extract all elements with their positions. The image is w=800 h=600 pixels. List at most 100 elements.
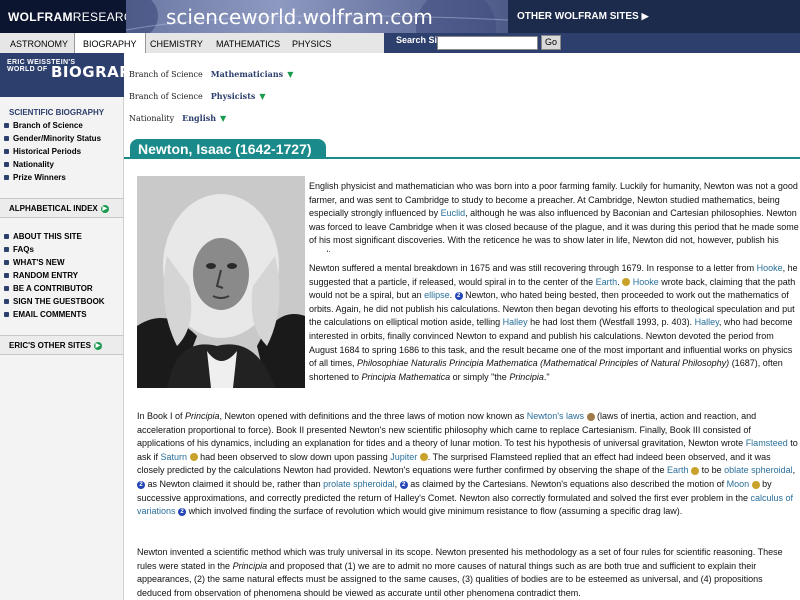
breadcrumb-value[interactable]: English	[182, 113, 216, 123]
go-button[interactable]: Go	[541, 35, 561, 50]
link-halley[interactable]: Halley	[503, 317, 528, 327]
link-earth-2[interactable]: Earth	[667, 465, 689, 475]
p2-text-g: he had lost them (Westfall 1993, p. 403)…	[527, 317, 695, 328]
p2-text-a: Newton suffered a mental breakdown in 16…	[309, 263, 757, 273]
alphabetical-index-label: ALPHABETICAL INDEX	[9, 204, 98, 213]
other-sites-label: OTHER WOLFRAM SITES	[517, 11, 639, 22]
sidebar-link-whats-new[interactable]: WHAT'S NEW	[0, 256, 123, 269]
p3-text-b: , Newton opened with definitions and the…	[219, 411, 527, 421]
sidebar-link-label: RANDOM ENTRY	[13, 271, 79, 280]
link-prolate-spheroidal[interactable]: prolate spheroidal	[323, 479, 395, 489]
mathworld-icon[interactable]: 2	[399, 480, 408, 489]
link-saturn[interactable]: Saturn	[161, 452, 188, 462]
breadcrumb: Branch of Science Physicists ▼	[129, 91, 266, 101]
article-paragraph-2: Newton suffered a mental breakdown in 16…	[309, 262, 799, 400]
p2-text-e: .	[449, 290, 455, 301]
bullet-icon	[4, 312, 9, 318]
jupiter-icon[interactable]	[419, 453, 428, 462]
breadcrumb-label: Nationality	[129, 114, 175, 123]
other-wolfram-sites-link[interactable]: OTHER WOLFRAM SITES ▶	[517, 11, 649, 22]
p2-text-k: ."	[543, 371, 550, 382]
p4-italic-principia: Principia	[232, 560, 268, 571]
sidebar-link-faqs[interactable]: FAQs	[0, 243, 123, 256]
sidebar-link-label: WHAT'S NEW	[13, 258, 65, 267]
sidebar-item-gender-minority[interactable]: Gender/Minority Status	[0, 132, 123, 145]
article-paragraph-1: English physicist and mathematician who …	[309, 180, 799, 252]
triangle-down-icon[interactable]: ▼	[259, 92, 265, 101]
saturn-icon[interactable]	[189, 453, 198, 462]
p3-text-g: to be	[699, 465, 725, 476]
bullet-icon	[4, 136, 9, 142]
link-hooke-2[interactable]: Hooke	[633, 277, 659, 287]
wolfram-research-logo[interactable]: WOLFRAMRESEARCH	[0, 0, 142, 33]
link-oblate-spheroidal[interactable]: oblate spheroidal	[724, 465, 793, 475]
p2-italic-principia-mathematica: Principia Mathematica	[361, 371, 451, 382]
link-earth[interactable]: Earth	[596, 277, 618, 287]
treatise-icon[interactable]	[586, 412, 595, 421]
p2-text-j: or simply "the	[450, 371, 510, 382]
tab-biography[interactable]: BIOGRAPHY	[74, 33, 146, 53]
sidebar-link-label: ABOUT THIS SITE	[13, 232, 82, 241]
sidebar-item-historical-periods[interactable]: Historical Periods	[0, 145, 123, 158]
breadcrumb-label: Branch of Science	[129, 92, 203, 101]
mathworld-icon[interactable]: 2	[137, 480, 145, 489]
link-flamsteed[interactable]: Flamsteed	[746, 438, 788, 448]
link-hooke[interactable]: Hooke	[757, 263, 783, 273]
earth-icon[interactable]	[691, 467, 700, 475]
bullet-icon	[4, 123, 9, 129]
bullet-icon	[4, 247, 9, 253]
mathworld-icon[interactable]: 2	[178, 507, 187, 516]
tab-physics[interactable]: PHYSICS	[292, 33, 332, 53]
erics-other-sites-link[interactable]: ERIC'S OTHER SITES ▶	[0, 335, 123, 355]
bullet-icon	[4, 286, 9, 292]
link-moon[interactable]: Moon	[727, 479, 750, 489]
link-jupiter[interactable]: Jupiter	[390, 452, 417, 462]
sidebar-link-random-entry[interactable]: RANDOM ENTRY	[0, 269, 123, 282]
bullet-icon	[4, 234, 9, 240]
sidebar-item-label: Nationality	[13, 160, 54, 169]
go-arrow-icon: ▶	[100, 204, 109, 213]
sidebar-link-contributor[interactable]: BE A CONTRIBUTOR	[0, 282, 123, 295]
erics-other-sites-label: ERIC'S OTHER SITES	[9, 341, 91, 350]
sidebar-link-label: FAQs	[13, 245, 34, 254]
p3-italic-principia: Principia	[185, 411, 220, 421]
link-ellipse[interactable]: ellipse	[424, 290, 450, 300]
sidebar-link-guestbook[interactable]: SIGN THE GUESTBOOK	[0, 295, 123, 308]
moon-icon[interactable]	[751, 480, 760, 489]
p3-text-h: ,	[792, 465, 796, 476]
breadcrumb-value[interactable]: Mathematicians	[211, 69, 283, 79]
alphabetical-index-link[interactable]: ALPHABETICAL INDEX ▶	[0, 198, 123, 218]
mathworld-icon[interactable]: 2	[454, 291, 463, 300]
page-title: Newton, Isaac (1642-1727)	[138, 141, 312, 157]
search-input[interactable]	[437, 36, 538, 50]
sidebar-link-email[interactable]: EMAIL COMMENTS	[0, 308, 123, 321]
world-of-biography-logo[interactable]: ERIC WEISSTEIN'S WORLD OF BIOGRAPHY	[0, 53, 155, 97]
triangle-down-icon[interactable]: ▼	[220, 114, 226, 123]
nav-row: ASTRONOMY BIOGRAPHY CHEMISTRY MATHEMATIC…	[0, 33, 800, 53]
earth-icon[interactable]	[622, 278, 631, 287]
bullet-icon	[4, 175, 9, 181]
breadcrumb: Nationality English ▼	[129, 113, 226, 123]
sidebar-item-label: Gender/Minority Status	[13, 134, 102, 143]
link-euclid[interactable]: Euclid	[441, 208, 466, 218]
tab-mathematics[interactable]: MATHEMATICS	[216, 33, 280, 53]
sidebar-item-prize-winners[interactable]: Prize Winners	[0, 171, 123, 184]
article-paragraph-4: Newton invented a scientific method whic…	[137, 546, 799, 600]
sidebar-item-branch-of-science[interactable]: Branch of Science	[0, 119, 123, 132]
sidebar-item-label: Historical Periods	[13, 147, 82, 156]
breadcrumb: Branch of Science Mathematicians ▼	[129, 69, 293, 79]
triangle-down-icon[interactable]: ▼	[287, 70, 293, 79]
portrait-image	[137, 176, 305, 388]
tab-astronomy[interactable]: ASTRONOMY	[10, 33, 68, 53]
link-newtons-laws[interactable]: Newton's laws	[527, 411, 584, 421]
tab-chemistry[interactable]: CHEMISTRY	[150, 33, 203, 53]
p3-text-m: which involved finding the surface of re…	[188, 506, 683, 517]
sidebar-item-label: Prize Winners	[13, 173, 66, 182]
link-halley-2[interactable]: Halley	[695, 317, 719, 327]
sidebar-item-nationality[interactable]: Nationality	[0, 158, 123, 171]
breadcrumb-value[interactable]: Physicists	[211, 91, 256, 101]
sidebar-link-about[interactable]: ABOUT THIS SITE	[0, 230, 123, 243]
site-url[interactable]: scienceworld.wolfram.com	[166, 5, 433, 29]
bullet-icon	[4, 273, 9, 279]
p2-italic-principia: Principia	[509, 371, 544, 382]
